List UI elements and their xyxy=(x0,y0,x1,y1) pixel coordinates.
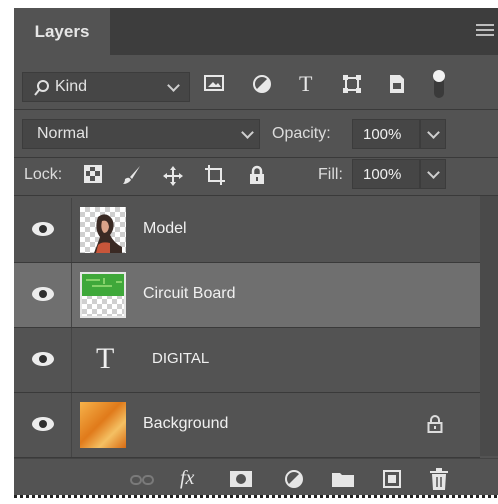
visibility-toggle[interactable] xyxy=(14,263,72,327)
smart-object-filter-icon[interactable] xyxy=(388,74,406,99)
opacity-value: 100% xyxy=(363,126,402,143)
lock-transparent-icon[interactable] xyxy=(84,165,102,188)
layer-name: Background xyxy=(143,415,229,432)
filter-kind-label: Kind xyxy=(55,78,88,95)
trash-icon[interactable] xyxy=(430,468,448,495)
layer-name: DIGITAL xyxy=(152,350,210,367)
lock-label: Lock: xyxy=(24,166,63,183)
lock-position-icon[interactable] xyxy=(162,165,184,192)
eye-icon xyxy=(32,222,54,236)
layers-panel: Layers Kind T Normal Opacity: 100% Lock: xyxy=(14,8,498,498)
type-layer-icon: T xyxy=(96,342,115,375)
shape-filter-icon[interactable] xyxy=(342,74,362,99)
layer-row-model[interactable]: Model xyxy=(14,198,480,262)
fill-input[interactable]: 100% xyxy=(352,159,420,189)
lock-all-icon[interactable] xyxy=(248,165,266,190)
mask-icon[interactable] xyxy=(230,471,252,492)
visibility-toggle[interactable] xyxy=(14,393,72,457)
blend-mode-select[interactable]: Normal xyxy=(22,119,260,149)
link-icon[interactable] xyxy=(130,473,154,491)
lock-icon xyxy=(427,415,443,438)
tab-layers[interactable]: Layers xyxy=(14,8,110,55)
layer-name: Circuit Board xyxy=(143,285,236,302)
lock-artboard-icon[interactable] xyxy=(204,165,226,190)
layer-thumbnail xyxy=(80,207,126,253)
adjustment-filter-icon[interactable] xyxy=(252,74,272,99)
layer-row-background[interactable]: Background xyxy=(14,393,480,457)
new-layer-icon[interactable] xyxy=(382,469,402,494)
panel-menu-icon[interactable] xyxy=(476,24,494,39)
bottom-toolbar: fx xyxy=(14,458,498,498)
scrollbar[interactable] xyxy=(480,196,498,456)
folder-icon[interactable] xyxy=(332,471,354,492)
layer-row-digital[interactable]: T DIGITAL xyxy=(14,328,480,392)
divider xyxy=(14,195,498,196)
eye-icon xyxy=(32,352,54,366)
search-icon xyxy=(33,79,51,102)
chevron-down-icon xyxy=(427,126,440,139)
layer-row-circuit-board[interactable]: Circuit Board xyxy=(14,263,480,327)
fill-value: 100% xyxy=(363,166,402,183)
dashed-border xyxy=(14,495,498,498)
lock-image-icon[interactable] xyxy=(122,165,142,190)
filter-kind-select[interactable]: Kind xyxy=(22,72,190,102)
chevron-down-icon xyxy=(167,79,180,92)
filter-toggle-icon[interactable] xyxy=(432,68,446,105)
layer-name: Model xyxy=(143,220,187,237)
layer-thumbnail xyxy=(80,402,126,448)
tab-bar: Layers xyxy=(14,8,498,55)
eye-icon xyxy=(32,417,54,431)
chevron-down-icon xyxy=(241,126,254,139)
opacity-input[interactable]: 100% xyxy=(352,119,420,149)
chevron-down-icon xyxy=(427,166,440,179)
layer-thumbnail xyxy=(80,272,126,318)
eye-icon xyxy=(32,287,54,301)
image-filter-icon[interactable] xyxy=(204,74,224,97)
type-filter-icon[interactable]: T xyxy=(299,71,312,97)
visibility-toggle[interactable] xyxy=(14,328,72,392)
fill-dropdown-button[interactable] xyxy=(420,159,446,189)
fx-icon[interactable]: fx xyxy=(180,467,194,490)
visibility-toggle[interactable] xyxy=(14,198,72,262)
opacity-dropdown-button[interactable] xyxy=(420,119,446,149)
fill-label: Fill: xyxy=(318,166,343,183)
blend-mode-value: Normal xyxy=(37,125,89,142)
divider xyxy=(14,109,498,110)
opacity-label: Opacity: xyxy=(272,125,331,142)
divider xyxy=(14,157,498,158)
adjustment-icon[interactable] xyxy=(284,469,304,494)
